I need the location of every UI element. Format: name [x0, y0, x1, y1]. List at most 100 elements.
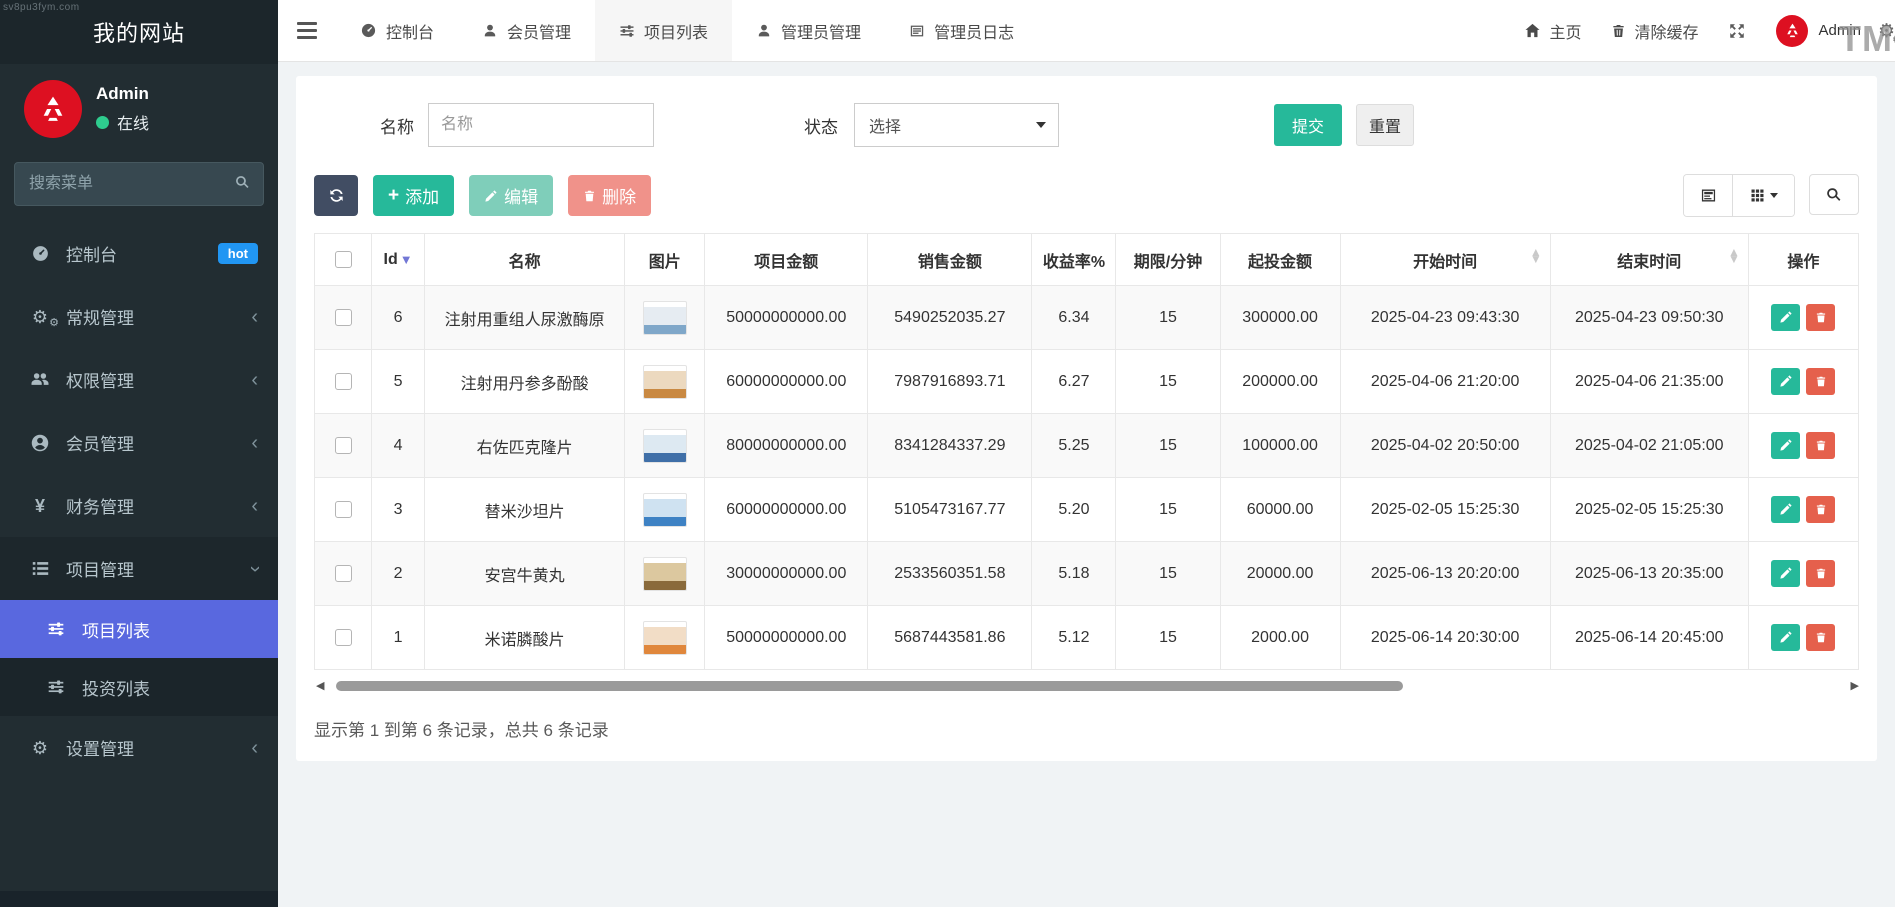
top-navbar: 控制台 会员管理 项目列表 管理员管理 管理员日志 [278, 0, 1895, 62]
reset-button[interactable]: 重置 [1356, 104, 1414, 146]
sidebar-item-members[interactable]: 会员管理 ‹ [0, 411, 278, 474]
user-circle-icon [28, 433, 52, 453]
row-edit-button[interactable] [1771, 496, 1800, 523]
sort-icons: ▲▼ [1728, 249, 1740, 264]
header-image: 图片 [625, 234, 705, 286]
table-search-button[interactable] [1809, 174, 1859, 215]
sidebar-item-label: 财务管理 [66, 493, 134, 518]
header-end-time[interactable]: 结束时间▲▼ [1550, 234, 1748, 286]
sliders-icon [44, 620, 68, 638]
row-checkbox[interactable] [335, 629, 352, 646]
cell-name: 注射用重组人尿激酶原 [425, 286, 625, 350]
fullscreen-icon[interactable] [1728, 22, 1746, 40]
refresh-button[interactable] [314, 175, 358, 216]
cell-id: 6 [372, 286, 425, 350]
row-delete-button[interactable] [1806, 304, 1835, 331]
users-icon [28, 370, 52, 390]
row-checkbox[interactable] [335, 437, 352, 454]
name-filter-input[interactable] [428, 103, 654, 147]
row-checkbox[interactable] [335, 565, 352, 582]
row-delete-button[interactable] [1806, 560, 1835, 587]
header-start-time[interactable]: 开始时间▲▼ [1340, 234, 1550, 286]
dashboard-icon [360, 22, 377, 39]
sidebar: sv8pu3fym.com 我的网站 Admin 在线 [0, 0, 278, 907]
row-edit-button[interactable] [1771, 560, 1800, 587]
scroll-right-icon[interactable]: ▶ [1851, 681, 1859, 692]
cell-sales: 5105473167.77 [868, 478, 1032, 542]
cell-start-time: 2025-06-14 20:30:00 [1340, 606, 1550, 670]
select-all-checkbox[interactable] [335, 251, 352, 268]
cell-actions [1748, 286, 1858, 350]
cell-sales: 5490252035.27 [868, 286, 1032, 350]
cell-period: 15 [1116, 606, 1220, 670]
sidebar-item-dashboard[interactable]: 控制台 hot [0, 222, 278, 285]
cell-end-time: 2025-04-23 09:50:30 [1550, 286, 1748, 350]
sidebar-item-permissions[interactable]: 权限管理 ‹ [0, 348, 278, 411]
scroll-left-icon[interactable]: ◀ [316, 681, 324, 692]
user-menu[interactable]: Admin [1776, 15, 1861, 47]
row-checkbox[interactable] [335, 373, 352, 390]
row-checkbox-cell [315, 606, 372, 670]
scrollbar-thumb[interactable] [336, 681, 1402, 691]
sidebar-item-project-management[interactable]: 项目管理 ‹ [0, 537, 278, 600]
tab-label: 管理员管理 [781, 19, 861, 43]
home-link[interactable]: 主页 [1524, 19, 1581, 43]
delete-button[interactable]: 删除 [568, 175, 651, 216]
row-checkbox[interactable] [335, 309, 352, 326]
status-filter-label: 状态 [804, 113, 838, 138]
plus-icon: + [388, 185, 399, 207]
cell-period: 15 [1116, 414, 1220, 478]
chevron-left-icon: ‹ [251, 370, 258, 390]
sidebar-item-general[interactable]: ⚙⚙ 常规管理 ‹ [0, 285, 278, 348]
tab-project-list[interactable]: 项目列表 [595, 0, 732, 61]
tab-dashboard[interactable]: 控制台 [336, 0, 458, 61]
sidebar-search-input[interactable] [14, 162, 264, 206]
row-delete-button[interactable] [1806, 432, 1835, 459]
add-label: 添加 [405, 183, 439, 208]
sidebar-item-project-list[interactable]: 项目列表 [0, 600, 278, 658]
sidebar-item-finance[interactable]: ¥ 财务管理 ‹ [0, 474, 278, 537]
row-edit-button[interactable] [1771, 624, 1800, 651]
trash-icon [583, 189, 596, 203]
cogs-icon: ⚙⚙ [28, 308, 52, 326]
header-name: 名称 [425, 234, 625, 286]
sidebar-item-label: 项目列表 [82, 617, 150, 642]
row-checkbox[interactable] [335, 501, 352, 518]
columns-dropdown-button[interactable] [1732, 175, 1794, 216]
settings-gear-icon[interactable]: ⚙⚙ [1878, 20, 1895, 43]
status-select-value: 选择 [869, 113, 901, 137]
cell-sales: 5687443581.86 [868, 606, 1032, 670]
submit-button[interactable]: 提交 [1274, 104, 1342, 146]
watermark-top-left: sv8pu3fym.com [3, 2, 80, 13]
row-delete-button[interactable] [1806, 368, 1835, 395]
row-edit-button[interactable] [1771, 368, 1800, 395]
hamburger-icon[interactable] [278, 0, 336, 61]
search-icon[interactable] [234, 174, 251, 191]
clear-cache-link[interactable]: 清除缓存 [1611, 19, 1698, 43]
cell-id: 5 [372, 350, 425, 414]
status-select[interactable]: 选择 [854, 103, 1059, 147]
sidebar-footer [0, 891, 278, 907]
tab-admin-logs[interactable]: 管理员日志 [885, 0, 1038, 61]
row-edit-button[interactable] [1771, 304, 1800, 331]
product-thumbnail [643, 301, 687, 335]
cell-end-time: 2025-04-06 21:35:00 [1550, 350, 1748, 414]
edit-button[interactable]: 编辑 [469, 175, 553, 216]
tab-members[interactable]: 会员管理 [458, 0, 595, 61]
card-view-button[interactable] [1684, 175, 1732, 216]
row-delete-button[interactable] [1806, 496, 1835, 523]
add-button[interactable]: + 添加 [373, 175, 454, 216]
row-delete-button[interactable] [1806, 624, 1835, 651]
sidebar-item-label: 权限管理 [66, 367, 134, 392]
row-edit-button[interactable] [1771, 432, 1800, 459]
delete-label: 删除 [602, 183, 636, 208]
pencil-icon [484, 189, 498, 203]
sidebar-item-investment-list[interactable]: 投资列表 [0, 658, 278, 716]
main-area: 控制台 会员管理 项目列表 管理员管理 管理员日志 [278, 0, 1895, 907]
header-id[interactable]: Id▼ [372, 234, 425, 286]
cell-rate: 6.27 [1032, 350, 1116, 414]
tab-admin-management[interactable]: 管理员管理 [732, 0, 885, 61]
table-row: 1米诺膦酸片50000000000.005687443581.865.12152… [315, 606, 1859, 670]
sidebar-item-settings[interactable]: ⚙ 设置管理 ‹ [0, 716, 278, 779]
cell-amount: 50000000000.00 [705, 286, 868, 350]
